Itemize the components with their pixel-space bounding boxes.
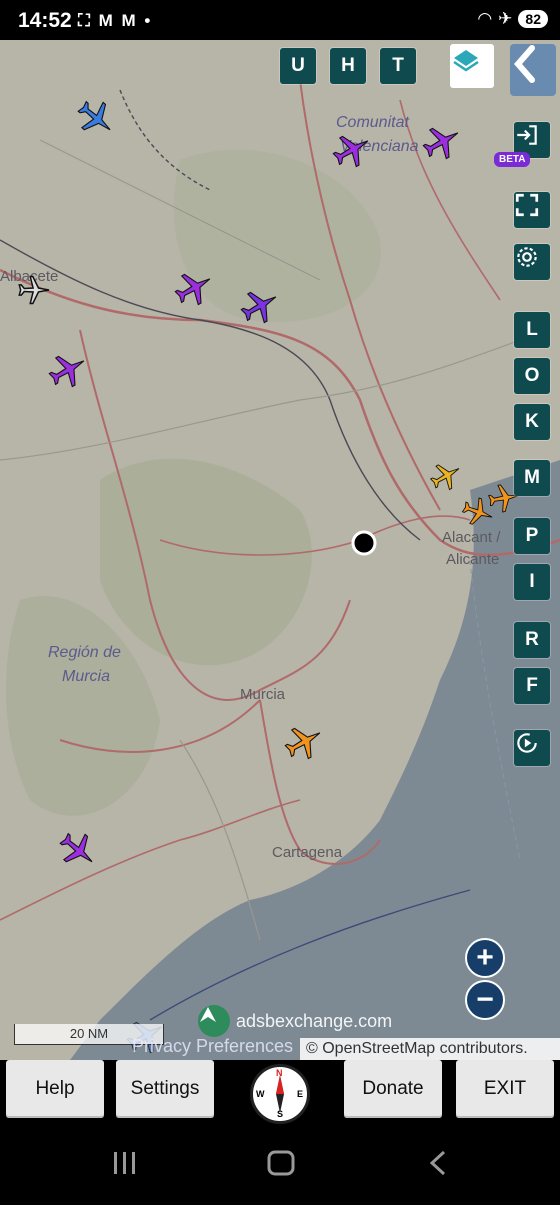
settings-button[interactable]: Settings xyxy=(116,1060,214,1118)
compass-icon[interactable]: N E S W xyxy=(250,1064,310,1124)
map-label-alacant: Alacant / xyxy=(442,529,501,546)
aircraft-icon[interactable] xyxy=(172,266,216,310)
login-icon xyxy=(517,125,537,145)
aircraft-icon[interactable] xyxy=(238,284,282,328)
toggle-o-button[interactable]: O xyxy=(514,358,550,394)
brand-name: adsbexchange.com xyxy=(236,1010,393,1031)
layers-icon xyxy=(453,50,479,72)
toggle-t-button[interactable]: T xyxy=(380,48,416,84)
replay-button[interactable] xyxy=(514,730,550,766)
back-icon[interactable] xyxy=(429,1150,446,1176)
battery-indicator: 82 xyxy=(518,10,548,28)
fullscreen-icon xyxy=(515,193,539,217)
settings-gear-button[interactable] xyxy=(514,244,550,280)
map-label-region-murcia: Murcia xyxy=(62,668,111,685)
layers-button[interactable] xyxy=(450,44,494,88)
gear-icon xyxy=(517,247,537,267)
aircraft-icon[interactable] xyxy=(330,128,374,172)
zoom-in-button[interactable]: + xyxy=(465,938,505,978)
beta-badge: BETA xyxy=(494,152,531,167)
aircraft-icon[interactable] xyxy=(428,458,464,494)
compass-n: N xyxy=(276,1068,283,1078)
adsbexchange-brand[interactable]: adsbexchange.com xyxy=(198,1005,392,1037)
notification-icons: ⛶ M M • xyxy=(78,11,153,30)
toggle-p-button[interactable]: P xyxy=(514,518,550,554)
bottom-toolbar: Help Settings N E S W Donate EXIT xyxy=(0,1060,560,1130)
aircraft-icon[interactable] xyxy=(420,120,464,164)
aircraft-icon[interactable] xyxy=(74,96,118,140)
system-nav-bar xyxy=(0,1130,560,1200)
toggle-f-button[interactable]: F xyxy=(514,668,550,704)
my-location-marker xyxy=(351,530,377,556)
toggle-l-button[interactable]: L xyxy=(514,312,550,348)
toggle-h-button[interactable]: H xyxy=(330,48,366,84)
help-button[interactable]: Help xyxy=(6,1060,104,1118)
toggle-u-button[interactable]: U xyxy=(280,48,316,84)
home-icon[interactable] xyxy=(267,1150,295,1176)
donate-button[interactable]: Donate xyxy=(344,1060,442,1118)
aircraft-icon[interactable] xyxy=(282,720,326,764)
replay-icon xyxy=(517,733,537,753)
map-view[interactable]: Albacete Comunitat Valenciana Alacant / … xyxy=(0,40,560,1060)
privacy-preferences-link[interactable]: Privacy Preferences xyxy=(132,1036,293,1057)
aircraft-icon[interactable] xyxy=(16,272,52,308)
map-label-murcia: Murcia xyxy=(240,686,286,703)
map-label-region-de: Región de xyxy=(48,644,121,661)
clock: 14:52 xyxy=(18,9,72,32)
map-background xyxy=(0,79,560,1060)
chevron-left-icon xyxy=(514,45,535,83)
collapse-sidebar-button[interactable] xyxy=(510,44,556,96)
status-bar: 14:52 ⛶ M M • ◠ ✈ 82 xyxy=(0,0,560,40)
airplane-mode-icon: ✈ xyxy=(498,9,513,28)
adsbexchange-logo-icon xyxy=(198,1005,230,1037)
osm-attribution[interactable]: © OpenStreetMap contributors. xyxy=(300,1038,560,1060)
aircraft-icon[interactable] xyxy=(46,348,90,392)
exit-button[interactable]: EXIT xyxy=(456,1060,554,1118)
compass-w: W xyxy=(256,1089,265,1099)
recent-apps-icon[interactable] xyxy=(114,1152,135,1174)
toggle-k-button[interactable]: K xyxy=(514,404,550,440)
toggle-m-button[interactable]: M xyxy=(514,460,550,496)
zoom-out-button[interactable]: − xyxy=(465,980,505,1020)
wifi-icon: ◠ xyxy=(477,9,493,28)
fullscreen-button[interactable] xyxy=(514,192,550,228)
compass-s: S xyxy=(277,1109,284,1119)
map-label-alicante: Alicante xyxy=(446,551,500,568)
compass-e: E xyxy=(297,1089,304,1099)
map-label-cartagena: Cartagena xyxy=(272,844,343,861)
toggle-i-button[interactable]: I xyxy=(514,564,550,600)
toggle-r-button[interactable]: R xyxy=(514,622,550,658)
system-icons: ◠ ✈ 82 xyxy=(477,9,548,29)
aircraft-icon[interactable] xyxy=(56,828,100,872)
